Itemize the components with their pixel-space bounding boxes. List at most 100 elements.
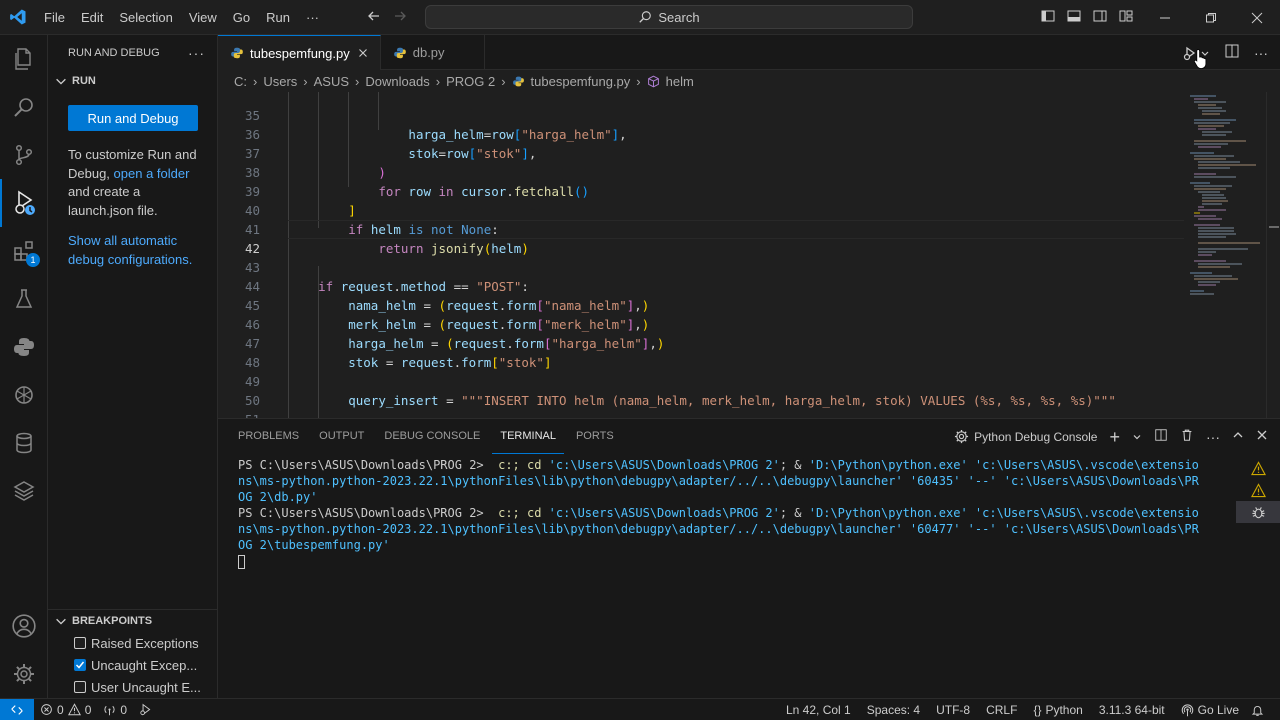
python-interpreter[interactable]: 3.11.3 64-bit bbox=[1093, 703, 1171, 717]
editor-vertical-scrollbar[interactable] bbox=[1266, 92, 1280, 418]
tab-problems[interactable]: PROBLEMS bbox=[230, 419, 307, 454]
manage-gear-icon[interactable] bbox=[0, 650, 48, 698]
new-terminal-icon[interactable]: + bbox=[1109, 428, 1120, 446]
breakpoint-label: Uncaught Excep... bbox=[91, 657, 198, 673]
python-icon[interactable] bbox=[0, 323, 48, 371]
run-and-debug-button[interactable]: Run and Debug bbox=[68, 105, 198, 131]
search-icon[interactable] bbox=[0, 83, 48, 131]
breadcrumb-item[interactable]: helm bbox=[666, 74, 694, 89]
notifications-bell[interactable] bbox=[1245, 704, 1270, 717]
close-panel-icon[interactable] bbox=[1256, 429, 1268, 444]
breadcrumb-item[interactable]: Users bbox=[263, 74, 297, 89]
checkbox[interactable] bbox=[74, 681, 86, 693]
sidebar-more-icon[interactable]: ··· bbox=[188, 45, 205, 61]
chevron-down-icon[interactable] bbox=[1132, 432, 1142, 442]
terminal-instance-3[interactable] bbox=[1236, 501, 1280, 523]
split-terminal-icon[interactable] bbox=[1154, 428, 1168, 445]
more-icon[interactable]: ··· bbox=[1206, 429, 1220, 445]
maximize-panel-icon[interactable] bbox=[1232, 429, 1244, 444]
python-file-icon bbox=[512, 76, 524, 86]
code-editor[interactable]: 35 harga_helm=row["harga_helm"], 36 stok… bbox=[218, 92, 1280, 418]
split-editor-icon[interactable] bbox=[1224, 43, 1240, 62]
debug-launch-status[interactable] bbox=[133, 703, 158, 716]
breakpoints-header[interactable]: BREAKPOINTS bbox=[48, 610, 218, 632]
menu-selection[interactable]: Selection bbox=[111, 0, 180, 35]
menu-run[interactable]: Run bbox=[258, 0, 298, 35]
terminal-selector[interactable]: Python Debug Console bbox=[954, 429, 1097, 444]
breadcrumb-item[interactable]: PROG 2 bbox=[446, 74, 495, 89]
ports-status[interactable]: 0 bbox=[97, 703, 133, 717]
code-line: 47 stok = request.form["stok"] bbox=[218, 315, 1280, 370]
terminal-string: 'D:\Python\python.exe' 'c:\Users\ASUS\.v… bbox=[808, 506, 1199, 520]
toggle-secondary-sidebar-icon[interactable] bbox=[1092, 8, 1108, 27]
menu-view[interactable]: View bbox=[181, 0, 225, 35]
explorer-icon[interactable] bbox=[0, 35, 48, 83]
restore-button[interactable] bbox=[1188, 0, 1234, 35]
warning-icon bbox=[67, 703, 81, 716]
language-mode[interactable]: {} Python bbox=[1027, 703, 1088, 717]
breakpoint-raised-exceptions[interactable]: Raised Exceptions bbox=[48, 632, 218, 654]
breadcrumb-item[interactable]: tubespemfung.py bbox=[531, 74, 631, 89]
more-actions-icon[interactable]: ··· bbox=[1254, 45, 1268, 61]
close-window-button[interactable] bbox=[1234, 0, 1280, 35]
terminal-cursor-line bbox=[238, 553, 1218, 569]
title-bar: File Edit Selection View Go Run ··· Sear… bbox=[0, 0, 1280, 35]
trash-icon[interactable] bbox=[1180, 428, 1194, 445]
run-and-debug-icon[interactable] bbox=[0, 179, 48, 227]
arrow-left-icon[interactable] bbox=[366, 8, 382, 27]
run-section-title: RUN bbox=[72, 75, 96, 87]
checkbox[interactable] bbox=[74, 637, 86, 649]
testing-icon[interactable] bbox=[0, 275, 48, 323]
arrow-right-icon[interactable] bbox=[392, 8, 408, 27]
problems-status[interactable]: 0 0 bbox=[34, 703, 97, 717]
remote-window-button[interactable] bbox=[0, 698, 34, 720]
warning-icon bbox=[1250, 460, 1266, 475]
toggle-primary-sidebar-icon[interactable] bbox=[1040, 8, 1056, 27]
run-section-header[interactable]: RUN bbox=[48, 70, 217, 92]
menu-more[interactable]: ··· bbox=[298, 0, 327, 35]
menu-file[interactable]: File bbox=[36, 0, 73, 35]
tab-tubespemfung[interactable]: tubespemfung.py bbox=[218, 35, 381, 70]
chatgpt-icon[interactable] bbox=[0, 371, 48, 419]
tab-ports[interactable]: PORTS bbox=[568, 419, 622, 454]
toggle-panel-icon[interactable] bbox=[1066, 8, 1082, 27]
tab-db[interactable]: db.py bbox=[381, 35, 485, 70]
code-line: 46 harga_helm = (request.form["harga_hel… bbox=[218, 296, 1280, 351]
breadcrumb-item[interactable]: C: bbox=[234, 74, 247, 89]
terminal-output[interactable]: PS C:\Users\ASUS\Downloads\PROG 2> c:; c… bbox=[238, 457, 1218, 569]
close-icon[interactable] bbox=[356, 46, 370, 60]
go-live-button[interactable]: Go Live bbox=[1175, 703, 1245, 717]
show-debug-configurations-link[interactable]: Show all automatic debug configurations. bbox=[68, 233, 192, 267]
minimize-button[interactable] bbox=[1142, 0, 1188, 35]
tab-debug-console[interactable]: DEBUG CONSOLE bbox=[376, 419, 488, 454]
command-center-search[interactable]: Search bbox=[425, 5, 913, 29]
terminal-instance-2[interactable] bbox=[1236, 479, 1280, 501]
indentation-status[interactable]: Spaces: 4 bbox=[861, 703, 926, 717]
customize-layout-icon[interactable] bbox=[1118, 8, 1134, 27]
account-icon[interactable] bbox=[0, 602, 48, 650]
breakpoint-uncaught-exceptions[interactable]: Uncaught Excep... bbox=[48, 654, 218, 676]
tab-output[interactable]: OUTPUT bbox=[311, 419, 372, 454]
encoding-status[interactable]: UTF-8 bbox=[930, 703, 976, 717]
checkbox-checked[interactable] bbox=[74, 659, 86, 671]
breakpoint-user-uncaught[interactable]: User Uncaught E... bbox=[48, 676, 218, 698]
layers-icon[interactable] bbox=[0, 467, 48, 515]
breadcrumb-item[interactable]: ASUS bbox=[314, 74, 349, 89]
cursor-position[interactable]: Ln 42, Col 1 bbox=[780, 703, 857, 717]
minimap[interactable] bbox=[1186, 92, 1266, 418]
terminal-line: PS C:\Users\ASUS\Downloads\PROG 2> c:; c… bbox=[238, 505, 1218, 521]
code-line: 41 return jsonify(helm) bbox=[218, 201, 1280, 256]
chevron-right-icon: › bbox=[355, 73, 360, 89]
menu-edit[interactable]: Edit bbox=[73, 0, 111, 35]
database-icon[interactable] bbox=[0, 419, 48, 467]
chevron-down-icon bbox=[56, 618, 66, 625]
terminal-instance-1[interactable] bbox=[1236, 457, 1280, 479]
eol-status[interactable]: CRLF bbox=[980, 703, 1023, 717]
tab-terminal[interactable]: TERMINAL bbox=[492, 419, 564, 454]
open-folder-link[interactable]: open a folder bbox=[114, 166, 190, 181]
source-control-icon[interactable] bbox=[0, 131, 48, 179]
menu-go[interactable]: Go bbox=[225, 0, 258, 35]
extensions-icon[interactable]: 1 bbox=[0, 227, 48, 275]
breadcrumb-item[interactable]: Downloads bbox=[365, 74, 429, 89]
code-line: 35 harga_helm=row["harga_helm"], bbox=[218, 92, 1280, 142]
